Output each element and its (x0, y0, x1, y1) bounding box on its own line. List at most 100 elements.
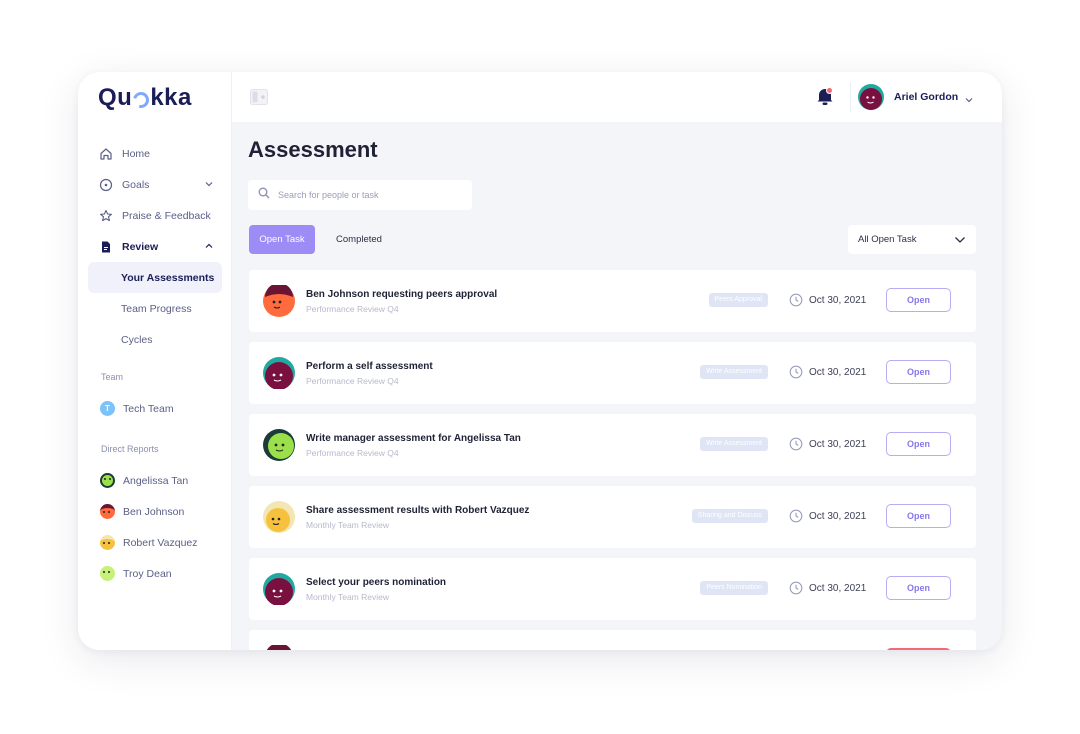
nav-item-your-assessments[interactable]: Your Assessments (88, 262, 222, 293)
main-nav: Home Goals Praise & Feedback Review Your… (88, 138, 222, 355)
user-name[interactable]: Ariel Gordon (894, 91, 958, 103)
sidebar-report-ben-johnson[interactable]: Ben Johnson (100, 504, 184, 519)
target-icon (98, 177, 114, 193)
avatar (263, 501, 295, 533)
clock-icon (789, 581, 803, 600)
open-task-button[interactable]: Open (886, 504, 951, 528)
topbar: Ariel Gordon (232, 72, 1002, 122)
sidebar: Qu kka Home Goals Praise & Feedback Revi… (78, 72, 232, 650)
avatar (263, 573, 295, 606)
clock-icon (789, 365, 803, 384)
task-due-date: Oct 30, 2021 (809, 367, 867, 378)
tab-completed[interactable]: Completed (324, 225, 394, 254)
team-name: Tech Team (123, 402, 174, 415)
task-status-badge: Write Assessment (700, 365, 768, 379)
main-content: Assessment Open Task Completed All Open … (232, 122, 1002, 650)
open-task-button[interactable]: Open (886, 432, 951, 456)
avatar (100, 566, 115, 581)
sidebar-item-tech-team[interactable]: T Tech Team (100, 401, 174, 416)
app-window: Qu kka Home Goals Praise & Feedback Revi… (78, 72, 1002, 650)
nav-item-review[interactable]: Review (88, 231, 222, 262)
task-filter-dropdown[interactable]: All Open Task (848, 225, 976, 254)
avatar (263, 643, 295, 650)
search-input[interactable] (278, 190, 458, 200)
task-title: Perform a self assessment (306, 361, 433, 372)
task-title: Ben Johnson requesting peers approval (306, 289, 498, 300)
home-icon (98, 146, 114, 162)
direct-reports-section-label: Direct Reports (101, 444, 159, 454)
report-name: Ben Johnson (123, 505, 185, 518)
sidebar-report-angelissa-tan[interactable]: Angelissa Tan (100, 473, 188, 488)
task-due-date: Oct 30, 2021 (809, 583, 867, 594)
user-avatar[interactable] (858, 84, 884, 110)
nav-item-goals[interactable]: Goals (88, 169, 222, 200)
chevron-down-icon[interactable] (964, 92, 974, 110)
topbar-divider (850, 82, 851, 112)
open-task-button[interactable]: Open (886, 360, 951, 384)
task-action-button[interactable] (886, 648, 951, 650)
task-due-date: Oct 30, 2021 (809, 511, 867, 522)
task-status-badge: Write Assessment (700, 437, 768, 451)
task-title: Write manager assessment for Angelissa T… (306, 433, 521, 444)
nav-item-cycles[interactable]: Cycles (88, 324, 222, 355)
page-title: Assessment (248, 137, 378, 162)
filter-selected-value: All Open Task (858, 234, 917, 245)
chevron-down-icon[interactable] (204, 179, 214, 192)
clock-icon (789, 437, 803, 456)
task-row[interactable]: Perform a self assessment Performance Re… (249, 342, 976, 404)
nav-label-home: Home (122, 147, 151, 160)
report-name: Robert Vazquez (123, 536, 198, 549)
search-bar[interactable] (248, 180, 472, 210)
nav-item-praise-feedback[interactable]: Praise & Feedback (88, 200, 222, 231)
task-status-badge: Peers Approval (708, 293, 768, 307)
nav-item-home[interactable]: Home (88, 138, 222, 169)
sidebar-report-troy-dean[interactable]: Troy Dean (100, 566, 172, 581)
logo-ring-icon (130, 89, 153, 111)
task-title: Share assessment results with Robert Vaz… (306, 505, 530, 516)
task-due-date: Oct 30, 2021 (809, 439, 867, 450)
task-status-badge: Sharing and Discuss (691, 509, 768, 523)
avatar (100, 504, 115, 519)
task-subtitle: Performance Review Q4 (306, 448, 399, 458)
bell-icon[interactable] (816, 86, 834, 111)
avatar (263, 357, 295, 390)
team-section-label: Team (101, 372, 124, 382)
document-icon (98, 239, 114, 255)
sidebar-toggle-icon[interactable] (250, 89, 268, 110)
avatar (263, 283, 295, 317)
sidebar-report-robert-vazquez[interactable]: Robert Vazquez (100, 535, 198, 550)
quokka-logo[interactable]: Qu kka (98, 84, 192, 112)
task-row[interactable]: Write manager assessment for Angelissa T… (249, 414, 976, 476)
nav-label-praise-feedback: Praise & Feedback (122, 209, 211, 222)
tab-open-task[interactable]: Open Task (249, 225, 315, 254)
task-status-badge: Peers Nomination (700, 581, 768, 595)
task-subtitle: Monthly Team Review (306, 520, 389, 530)
clock-icon (789, 509, 803, 528)
search-icon (258, 186, 270, 204)
avatar (263, 429, 295, 461)
task-subtitle: Performance Review Q4 (306, 376, 399, 386)
logo-text-end: kka (150, 84, 192, 111)
open-task-button[interactable]: Open (886, 576, 951, 600)
stage: Qu kka Home Goals Praise & Feedback Revi… (0, 0, 1080, 734)
avatar (100, 473, 115, 488)
nav-label-review: Review (122, 240, 159, 253)
chevron-up-icon[interactable] (204, 241, 214, 254)
team-avatar: T (100, 401, 115, 416)
task-row-partial[interactable] (249, 630, 976, 650)
task-due-date: Oct 30, 2021 (809, 295, 867, 306)
task-subtitle: Monthly Team Review (306, 592, 389, 602)
task-row[interactable]: Select your peers nomination Monthly Tea… (249, 558, 976, 620)
logo-text-start: Qu (98, 84, 133, 111)
avatar (100, 535, 115, 550)
nav-item-team-progress[interactable]: Team Progress (88, 293, 222, 324)
task-subtitle: Performance Review Q4 (306, 304, 399, 314)
clock-icon (789, 293, 803, 312)
report-name: Troy Dean (123, 567, 172, 580)
task-row[interactable]: Share assessment results with Robert Vaz… (249, 486, 976, 548)
task-row[interactable]: Ben Johnson requesting peers approval Pe… (249, 270, 976, 332)
report-name: Angelissa Tan (123, 474, 189, 487)
open-task-button[interactable]: Open (886, 288, 951, 312)
nav-label-goals: Goals (122, 178, 150, 191)
chevron-down-icon (954, 235, 966, 248)
